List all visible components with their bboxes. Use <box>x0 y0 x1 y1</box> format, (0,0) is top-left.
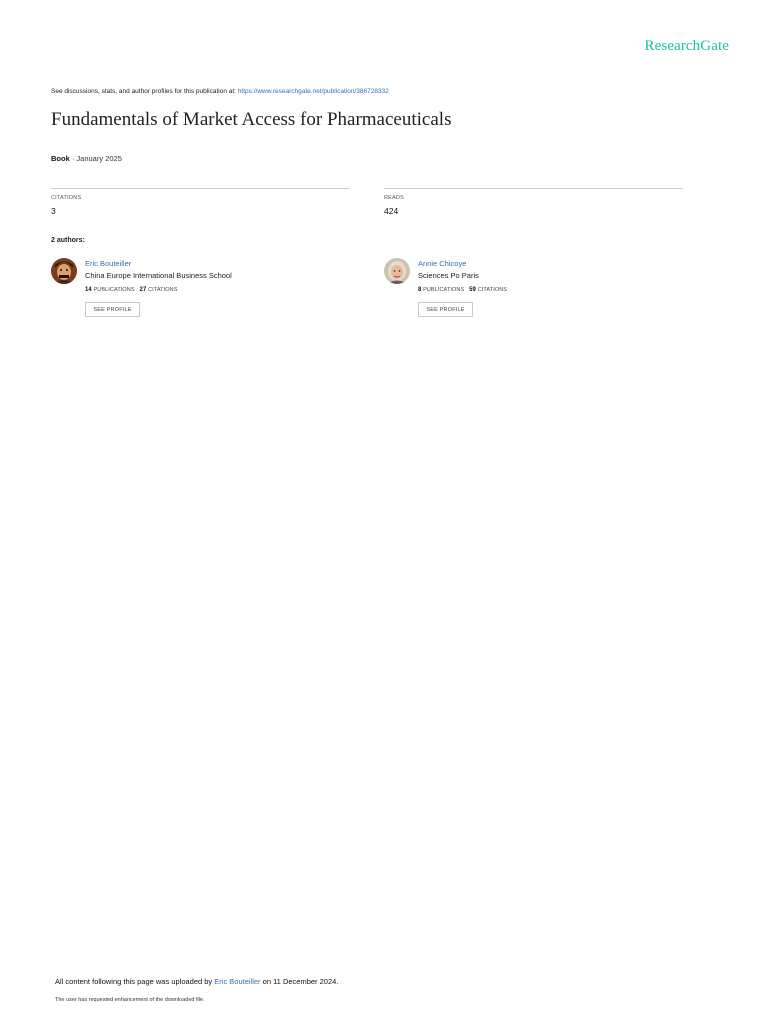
citations-count: 27 <box>139 287 147 293</box>
author-name-link[interactable]: Annie Chicoye <box>418 259 466 268</box>
see-profile-button[interactable]: SEE PROFILE <box>85 302 140 317</box>
citations-label: CITATIONS <box>148 287 178 293</box>
publication-meta: Book · January 2025 <box>51 154 122 163</box>
author-stats: 14 PUBLICATIONS 27 CITATIONS <box>85 287 177 293</box>
citations-label: CITATIONS <box>477 287 508 293</box>
publication-link[interactable]: https://www.researchgate.net/publication… <box>238 88 389 95</box>
page-title: Fundamentals of Market Access for Pharma… <box>51 109 452 130</box>
citations-value: 3 <box>51 206 56 216</box>
reads-value: 424 <box>384 206 399 216</box>
author-institution: China Europe International Business Scho… <box>85 271 232 280</box>
researchgate-logo[interactable]: ResearchGate <box>645 38 729 55</box>
publications-count: 8 <box>418 287 422 293</box>
author-stats: 8 PUBLICATIONS 59 CITATIONS <box>418 287 507 293</box>
upload-notice: All content following this page was uplo… <box>55 977 338 986</box>
man-portrait-icon[interactable] <box>51 258 77 284</box>
publication-date: · January 2025 <box>69 154 122 163</box>
enhancement-note: The user has requested enhancement of th… <box>55 997 205 1003</box>
reads-divider <box>384 188 683 189</box>
citations-divider <box>51 188 350 189</box>
woman-portrait-icon[interactable] <box>384 258 410 284</box>
publications-label: PUBLICATIONS <box>93 287 135 293</box>
see-profile-button[interactable]: SEE PROFILE <box>418 302 473 317</box>
citations-label: CITATIONS <box>51 195 82 201</box>
citations-count: 59 <box>469 287 476 293</box>
reads-label: READS <box>384 195 404 201</box>
publications-label: PUBLICATIONS <box>423 287 465 293</box>
author-institution: Sciences Po Paris <box>418 271 479 280</box>
discussion-text: See discussions, stats, and author profi… <box>51 88 238 95</box>
publications-count: 14 <box>85 287 92 293</box>
publication-type: Book <box>51 154 70 163</box>
author-name-link[interactable]: Eric Bouteiller <box>85 259 131 268</box>
discussion-notice: See discussions, stats, and author profi… <box>51 88 389 95</box>
authors-heading: 2 authors: <box>51 237 85 244</box>
upload-suffix: on 11 December 2024. <box>260 977 339 986</box>
upload-prefix: All content following this page was uplo… <box>55 977 215 986</box>
uploader-link[interactable]: Eric Bouteiller <box>214 977 260 986</box>
